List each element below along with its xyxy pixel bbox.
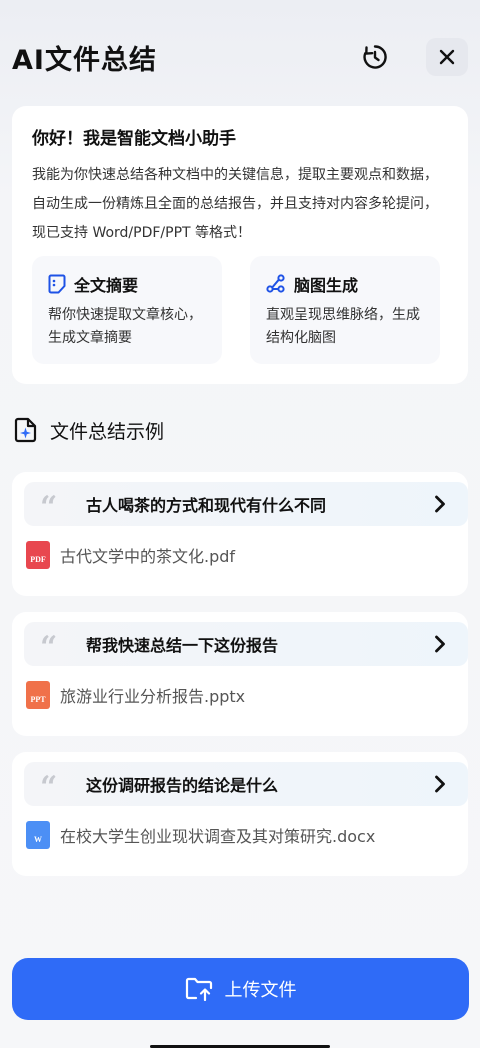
example-question-row[interactable]: “ 帮我快速总结一下这份报告 [24, 622, 468, 666]
feature-full-summary[interactable]: 全文摘要 帮你快速提取文章核心，生成文章摘要 [32, 256, 222, 364]
example-file-name: 在校大学生创业现状调查及其对策研究.docx [60, 827, 376, 846]
history-button[interactable] [358, 40, 392, 74]
file-type-tag: PDF [30, 555, 46, 564]
example-card[interactable]: “ 古人喝茶的方式和现代有什么不同 PDF 古代文学中的茶文化.pdf [12, 472, 468, 596]
folder-upload-icon [185, 977, 212, 1001]
history-clock-icon [363, 45, 387, 69]
feature-title: 脑图生成 [294, 276, 359, 295]
chevron-right-icon [426, 630, 454, 658]
intro-description: 我能为你快速总结各种文档中的关键信息，提取主要观点和数据，自动生成一份精炼且全面… [32, 167, 438, 241]
example-card[interactable]: “ 帮我快速总结一下这份报告 PPT 旅游业行业分析报告.pptx [12, 612, 468, 736]
feature-description: 直观呈现思维脉络，生成结构化脑图 [266, 307, 420, 346]
page-title: AI文件总结 [12, 45, 157, 76]
greeting-text: 你好！我是智能文档小助手 [32, 129, 236, 149]
example-question: 古人喝茶的方式和现代有什么不同 [86, 496, 327, 515]
example-file-name: 古代文学中的茶文化.pdf [60, 547, 236, 566]
quote-icon: “ [40, 493, 58, 515]
feature-description: 帮你快速提取文章核心，生成文章摘要 [48, 307, 202, 346]
page: AI文件总结 你好！我是智能文档小助手 我能为你快速总结各种文档中的关键信息，提… [0, 0, 480, 1048]
examples-section-header: 文件总结示例 [14, 414, 164, 446]
feature-mindmap[interactable]: 脑图生成 直观呈现思维脉络，生成结构化脑图 [250, 256, 440, 364]
close-button[interactable] [426, 38, 468, 76]
example-file: PDF 古代文学中的茶文化.pdf [26, 540, 235, 570]
example-file: W 在校大学生创业现状调查及其对策研究.docx [26, 820, 375, 850]
example-question-row[interactable]: “ 古人喝茶的方式和现代有什么不同 [24, 482, 468, 526]
example-card[interactable]: “ 这份调研报告的结论是什么 W 在校大学生创业现状调查及其对策研究.docx [12, 752, 468, 876]
example-file: PPT 旅游业行业分析报告.pptx [26, 680, 245, 710]
document-summary-icon [48, 274, 66, 294]
example-question: 帮我快速总结一下这份报告 [86, 636, 279, 655]
header: AI文件总结 [12, 34, 468, 80]
chevron-right-icon [426, 490, 454, 518]
feature-title: 全文摘要 [74, 276, 139, 295]
example-question-row[interactable]: “ 这份调研报告的结论是什么 [24, 762, 468, 806]
file-type-tag: PPT [30, 695, 46, 704]
pdf-file-icon: PDF [26, 541, 50, 569]
example-question: 这份调研报告的结论是什么 [86, 776, 279, 795]
upload-button-label: 上传文件 [224, 980, 297, 1001]
example-file-name: 旅游业行业分析报告.pptx [60, 687, 246, 706]
file-type-tag: W [34, 835, 42, 844]
mindmap-icon [266, 274, 285, 293]
document-sparkle-icon [14, 417, 37, 443]
quote-icon: “ [40, 633, 58, 655]
close-icon [439, 49, 455, 65]
upload-button[interactable]: 上传文件 [12, 958, 469, 1020]
chevron-right-icon [426, 770, 454, 798]
section-title: 文件总结示例 [50, 420, 165, 443]
quote-icon: “ [40, 773, 58, 795]
ppt-file-icon: PPT [26, 681, 50, 709]
word-file-icon: W [26, 821, 50, 849]
intro-card: 你好！我是智能文档小助手 我能为你快速总结各种文档中的关键信息，提取主要观点和数… [12, 106, 468, 384]
